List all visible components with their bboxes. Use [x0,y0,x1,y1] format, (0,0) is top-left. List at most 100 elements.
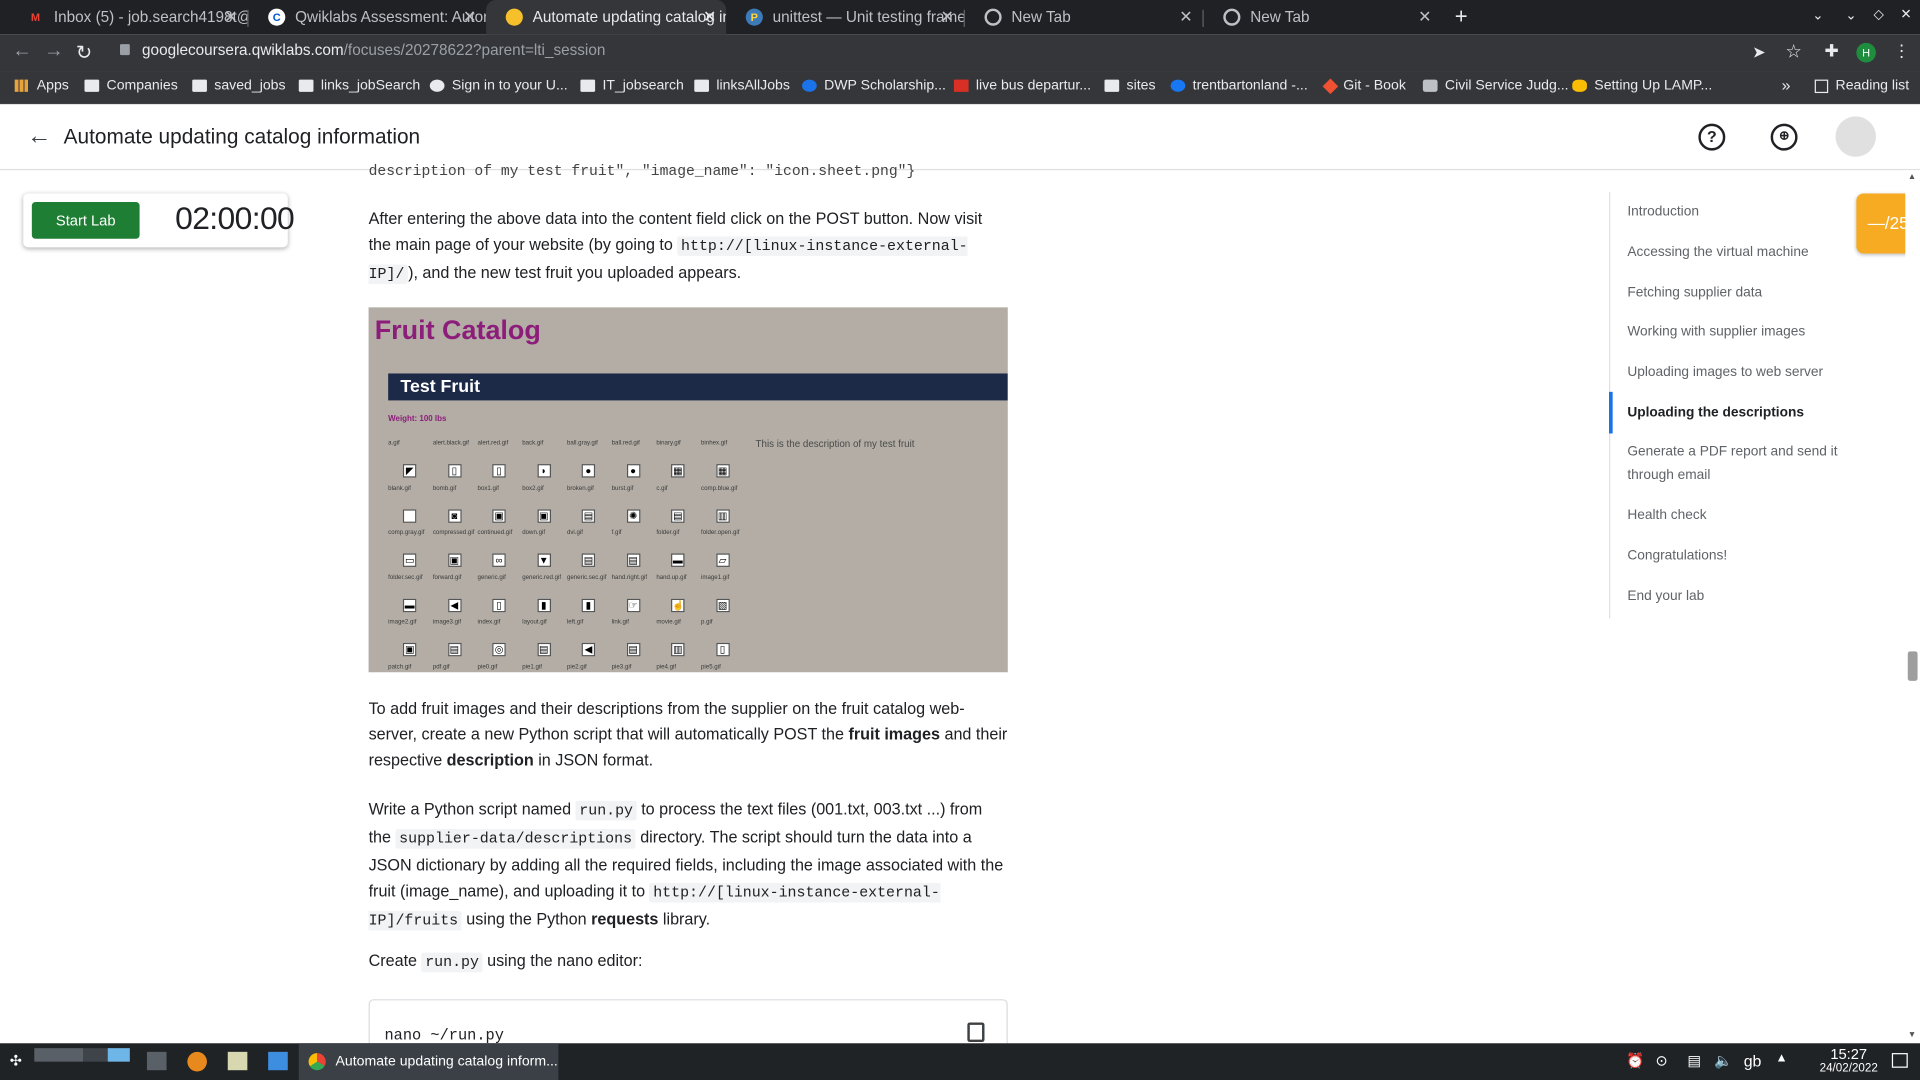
apache-icon-item: left.gif ◀ [567,610,612,657]
profile-avatar[interactable]: H [1856,42,1876,63]
coursera-icon: C [268,8,286,26]
toc-item-fetching-data[interactable]: Fetching supplier data [1627,282,1847,305]
terminal-icon[interactable] [146,1051,167,1071]
close-tab-icon[interactable]: ✕ [1179,7,1192,27]
bookmark-linksalljobs[interactable]: linksAllJobs [694,78,790,93]
apache-icon-item: compressed.gif ▣ [433,520,478,567]
toc-item-supplier-images[interactable]: Working with supplier images [1627,321,1847,344]
show-desktop-icon[interactable] [1891,1053,1908,1068]
close-window-icon[interactable]: ✕ [1900,6,1911,22]
bookmark-lamp[interactable]: Setting Up LAMP... [1572,78,1712,93]
clipboard-icon[interactable]: ▤ [1687,1052,1701,1069]
url-host: googlecoursera.qwiklabs.com [142,41,344,59]
globe-icon[interactable]: ⊕ [1770,123,1798,151]
icon-filename: p.gif [701,618,713,626]
bookmark-git-book[interactable]: Git - Book [1322,77,1406,94]
apache-icon-item: index.gif ◎ [478,610,523,657]
taskbar-chrome-window[interactable]: Automate updating catalog inform... [298,1043,559,1080]
text-editor-icon[interactable] [227,1051,248,1071]
toc-item-health-check[interactable]: Health check [1627,504,1847,527]
start-lab-button[interactable]: Start Lab [31,202,140,239]
icon-filename: link.gif [611,618,630,626]
scrollbar-thumb[interactable] [1907,651,1918,681]
power-manager-icon[interactable]: ⊙ [1656,1052,1668,1069]
toc-item-accessing-vm[interactable]: Accessing the virtual machine [1627,241,1847,264]
clock-date: 24/02/2022 [1819,1061,1878,1076]
icon-filename: alert.black.gif [432,439,469,447]
back-arrow-icon[interactable]: ← [27,122,51,150]
bookmark-sites[interactable]: sites [1104,78,1156,93]
tab-new-1[interactable]: New Tab ✕ [965,0,1203,34]
toc-item-pdf-report[interactable]: Generate a PDF report and send it throug… [1627,441,1847,488]
keyboard-layout[interactable]: gb [1744,1052,1762,1070]
bookmark-sign-in[interactable]: Sign in to your U... [429,78,568,93]
notifications-icon[interactable]: ⏰ [1626,1052,1644,1069]
lock-icon[interactable] [120,44,130,56]
maximize-icon[interactable]: ◇ [1873,6,1883,22]
folder-icon [580,79,596,92]
clock[interactable]: 15:27 24/02/2022 [1820,1047,1878,1076]
tab-coursera[interactable]: C Qwiklabs Assessment: Autom ✕ [249,0,486,34]
icon-filename: pie5.gif [701,663,721,671]
reload-icon[interactable]: ↻ [76,40,92,64]
scrollbar[interactable] [1905,170,1920,1044]
launcher-icon[interactable]: ✣ [10,1052,22,1069]
icon-filename: binhex.gif [701,439,728,447]
tab-gmail[interactable]: M Inbox (5) - job.search4198t@g ✕ [7,0,247,34]
bookmark-trentbarton[interactable]: trentbartonland -... [1170,78,1308,93]
bookmark-companies[interactable]: Companies [84,78,178,93]
bookmark-links-jobsearch[interactable]: links_jobSearch [298,78,420,93]
icon-filename: hand.up.gif [656,573,687,582]
scroll-up-icon[interactable]: ▲ [1908,173,1916,182]
address-bar[interactable]: googlecoursera.qwiklabs.com/focuses/2027… [142,42,605,59]
bookmark-label: Civil Service Judg... [1444,78,1569,94]
minimize-icon[interactable]: ⌄ [1845,7,1856,24]
reading-list[interactable]: Reading list [1814,78,1909,93]
extensions-icon[interactable]: ✚ [1825,40,1839,61]
icon-filename: pie1.gif [522,663,542,671]
tray-expand-icon[interactable]: ▲ [1776,1052,1788,1065]
close-tab-icon[interactable]: ✕ [224,7,237,27]
chrome-icon [1223,8,1241,26]
close-tab-icon[interactable]: ✕ [463,7,476,27]
bookmark-civil-service[interactable]: Civil Service Judg... [1422,78,1569,94]
workspace-1[interactable] [34,1048,84,1062]
menu-icon[interactable]: ⋮ [1893,40,1910,61]
close-tab-icon[interactable]: ✕ [1418,7,1431,27]
toc-item-end-lab[interactable]: End your lab [1627,585,1847,608]
more-bookmarks[interactable]: » [1782,76,1791,94]
close-tab-icon[interactable]: ✕ [703,7,716,27]
new-tab-icon[interactable]: + [1455,4,1468,30]
fruit-catalog-screenshot: Fruit Catalog Test Fruit Weight: 100 lbs… [368,307,1008,673]
icon-filename: index.gif [477,618,501,626]
help-icon[interactable]: ? [1698,123,1726,151]
tab-unittest[interactable]: P unittest — Unit testing frame ✕ [726,0,964,34]
tab-new-2[interactable]: New Tab ✕ [1204,0,1442,34]
firefox-icon[interactable] [187,1051,207,1072]
bookmark-it-jobsearch[interactable]: IT_jobsearch [580,78,684,93]
send-icon[interactable]: ➤ [1752,43,1765,63]
forward-icon[interactable]: → [44,40,64,62]
back-icon[interactable]: ← [12,40,32,62]
copy-icon[interactable] [967,1022,985,1043]
toc-item-uploading-images[interactable]: Uploading images to web server [1627,361,1847,384]
user-avatar[interactable] [1835,116,1876,157]
bookmark-saved-jobs[interactable]: saved_jobs [192,78,286,94]
file-manager-icon[interactable] [268,1051,288,1071]
toc-item-introduction[interactable]: Introduction [1627,201,1847,224]
volume-icon[interactable]: 🔈 [1714,1052,1732,1069]
bookmark-bus[interactable]: live bus departur... [953,78,1091,93]
tab-automate-active[interactable]: Automate updating catalog in ✕ [486,0,727,35]
apache-icon-item: hand.right.gif ☞ [612,565,657,612]
toc-item-uploading-descriptions[interactable]: Uploading the descriptions [1627,402,1847,425]
workspace-active[interactable] [107,1048,130,1062]
bookmark-apps[interactable]: Apps [14,78,69,93]
close-tab-icon[interactable]: ✕ [941,7,954,27]
apache-icon-item: c.gif ▤ [656,476,701,523]
bookmark-star-icon[interactable]: ☆ [1785,40,1801,63]
scroll-down-icon[interactable]: ▼ [1908,1031,1916,1040]
tab-search-icon[interactable]: ⌄ [1812,7,1823,24]
toc-item-congratulations[interactable]: Congratulations! [1627,545,1847,568]
bookmark-label: saved_jobs [214,78,286,94]
bookmark-dwp[interactable]: DWP Scholarship... [802,78,946,93]
